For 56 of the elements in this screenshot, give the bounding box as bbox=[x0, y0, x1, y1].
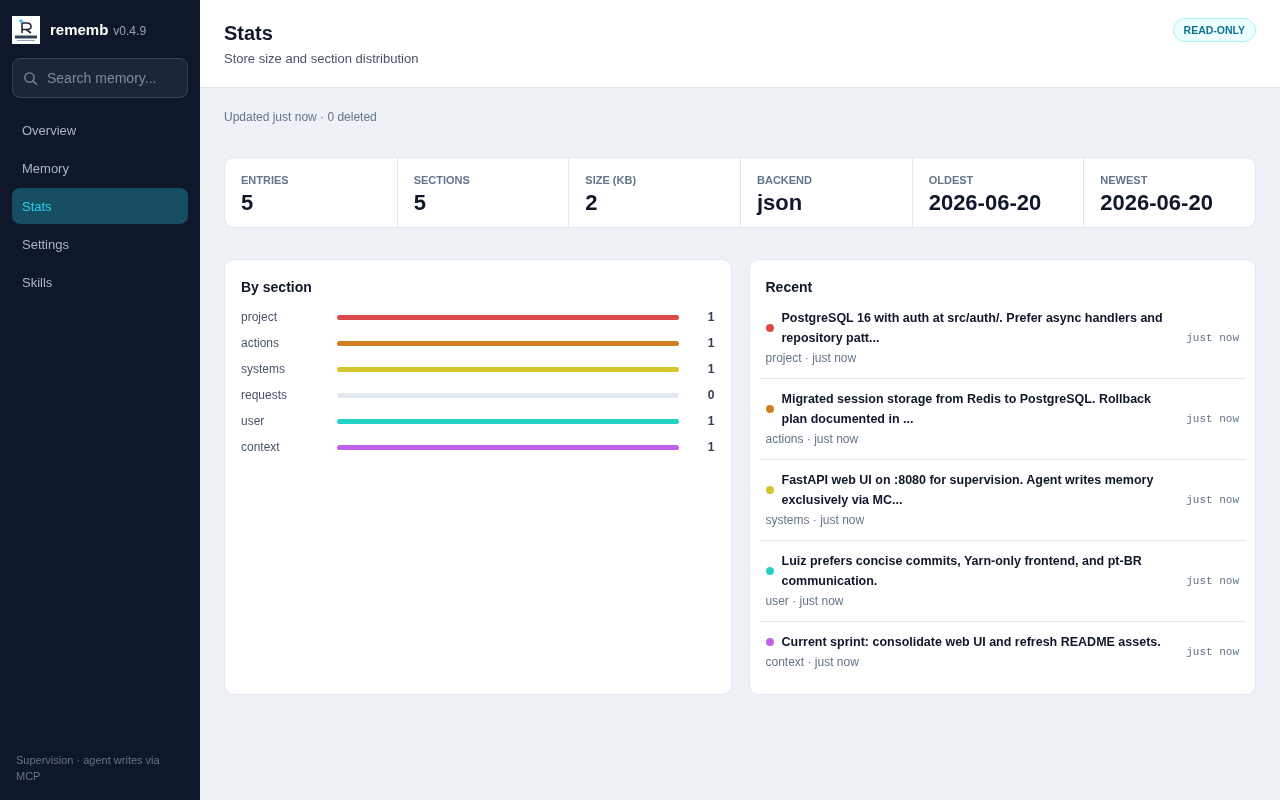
panel-title: By section bbox=[241, 278, 313, 297]
entry-meta: actions · just now bbox=[765, 431, 859, 448]
sidebar-footer-text: Supervision · agent writes via MCP bbox=[15, 753, 161, 784]
entry-meta: project · just now bbox=[765, 350, 857, 367]
section-name: user bbox=[241, 414, 266, 428]
section-name: context bbox=[241, 440, 281, 454]
page-subtitle: Store size and section distribution bbox=[224, 50, 419, 68]
panel-title: Recent bbox=[765, 278, 814, 297]
stat-label: SECTIONS bbox=[413, 173, 471, 187]
nav-item[interactable]: Memory bbox=[12, 150, 188, 186]
stat-label: BACKEND bbox=[757, 173, 813, 187]
page-title: Stats bbox=[224, 21, 274, 46]
entry-time: just now bbox=[1186, 413, 1239, 425]
entry-text: Migrated session storage from Redis to PostgreSQL. Rollback plan documented in ... bbox=[781, 391, 1153, 428]
section-name: project bbox=[241, 310, 279, 324]
stat-value: json bbox=[757, 189, 804, 217]
section-count: 1 bbox=[706, 362, 715, 376]
stat-label: SIZE (KB) bbox=[585, 173, 638, 187]
status-text: Updated just now · 0 deleted bbox=[224, 109, 378, 126]
entry-meta: systems · just now bbox=[765, 512, 865, 529]
entry-time: just now bbox=[1186, 332, 1239, 344]
nav-item[interactable]: Settings bbox=[12, 226, 188, 262]
stat-value: 5 bbox=[413, 189, 427, 217]
section-count: 0 bbox=[706, 388, 715, 402]
stat-value: 2 bbox=[585, 189, 599, 217]
app-version: v0.4.9 bbox=[113, 24, 147, 38]
stat-value: 5 bbox=[241, 189, 255, 217]
section-count: 1 bbox=[706, 414, 715, 428]
nav-item[interactable]: Stats bbox=[12, 188, 188, 224]
section-name: actions bbox=[241, 336, 281, 350]
nav-item[interactable]: Skills bbox=[12, 264, 188, 300]
entry-time: just now bbox=[1186, 494, 1239, 506]
entry-time: just now bbox=[1186, 646, 1239, 658]
entry-time: just now bbox=[1186, 575, 1239, 587]
section-count: 1 bbox=[706, 336, 715, 350]
search-icon bbox=[24, 72, 37, 85]
stat-value: 2026-06-20 bbox=[1100, 189, 1214, 217]
section-count: 1 bbox=[706, 310, 715, 324]
section-name: systems bbox=[241, 362, 286, 376]
entry-meta: user · just now bbox=[765, 593, 844, 610]
entry-text: Luiz prefers concise commits, Yarn-only frontend, and pt-BR communication. bbox=[781, 553, 1143, 590]
section-name: requests bbox=[241, 388, 289, 402]
stat-value: 2026-06-20 bbox=[928, 189, 1043, 217]
nav-item[interactable]: Overview bbox=[12, 112, 188, 148]
app-name: rememb bbox=[50, 21, 109, 38]
entry-text: PostgreSQL 16 with auth at src/auth/. Prefer async handlers and repository patt... bbox=[781, 310, 1164, 347]
logo-icon bbox=[12, 16, 40, 44]
read-only-badge: READ-ONLY bbox=[1172, 18, 1256, 42]
entry-text: FastAPI web UI on :8080 for supervision. Agent writes memory exclusively via MC... bbox=[781, 472, 1155, 509]
entry-text: Current sprint: consolidate web UI and refresh README assets. bbox=[781, 634, 1161, 651]
section-count: 1 bbox=[706, 440, 715, 454]
entry-meta: context · just now bbox=[765, 654, 859, 671]
search-field[interactable]: Search memory... bbox=[12, 58, 188, 98]
stat-label: OLDEST bbox=[928, 173, 975, 187]
stat-label: NEWEST bbox=[1100, 173, 1149, 187]
stat-label: ENTRIES bbox=[241, 173, 290, 187]
